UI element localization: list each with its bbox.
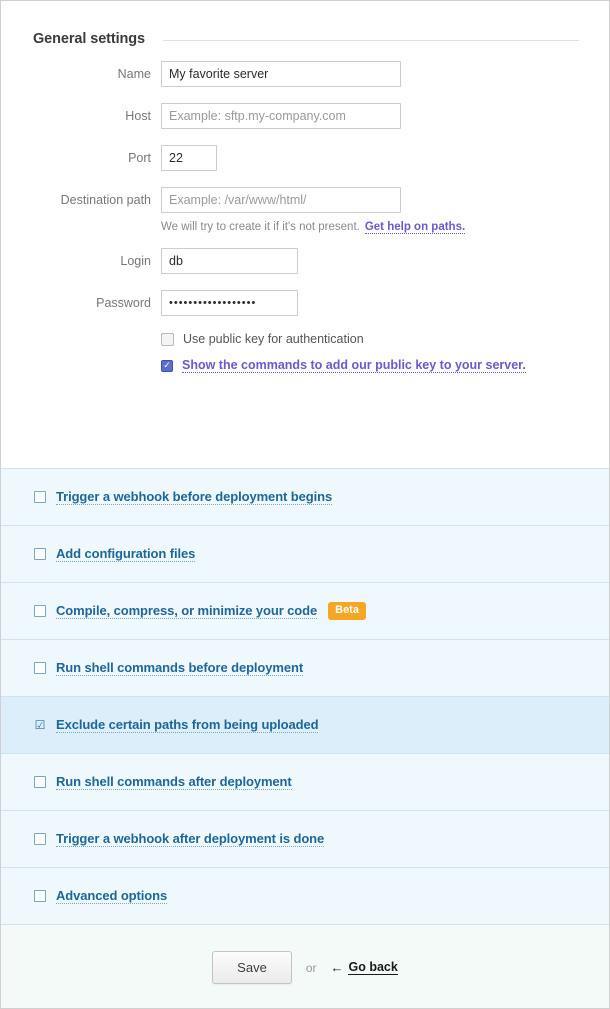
field-row-host: Host (1, 103, 609, 129)
settings-page: General settings Name Host Port Destinat… (0, 0, 610, 1009)
accordion-row-advanced-options[interactable]: Advanced options (1, 868, 609, 925)
page-title: General settings (33, 31, 146, 47)
go-back-link[interactable]: ← Go back (330, 960, 398, 975)
password-label: Password (96, 296, 151, 310)
arrow-left-icon: ← (330, 960, 344, 975)
public-key-checkbox-row: Use public key for authentication (1, 332, 609, 346)
accordion-label-add-configuration-files[interactable]: Add configuration files (56, 546, 195, 562)
use-public-key-label: Use public key for authentication (183, 332, 364, 346)
host-input[interactable] (161, 103, 401, 129)
show-commands-row: ✓ Show the commands to add our public ke… (1, 358, 609, 373)
accordion-label-trigger-webhook-before[interactable]: Trigger a webhook before deployment begi… (56, 489, 332, 505)
checkbox-advanced-options[interactable] (34, 890, 46, 902)
host-label: Host (125, 109, 151, 123)
beta-badge: Beta (328, 602, 366, 620)
field-row-port: Port (1, 145, 609, 171)
section-header: General settings (1, 1, 609, 47)
accordion-row-trigger-webhook-after[interactable]: Trigger a webhook after deployment is do… (1, 811, 609, 868)
or-separator-label: or (305, 960, 317, 975)
use-public-key-checkbox[interactable] (161, 332, 174, 346)
accordion-row-exclude-paths[interactable]: ☑ Exclude certain paths from being uploa… (1, 697, 609, 754)
go-back-label: Go back (348, 960, 398, 975)
accordion-row-run-shell-after[interactable]: Run shell commands after deployment (1, 754, 609, 811)
checkbox-add-configuration-files[interactable] (34, 548, 46, 560)
checkbox-run-shell-after[interactable] (34, 776, 46, 788)
get-help-on-paths-link[interactable]: Get help on paths. (364, 221, 466, 234)
form-footer: Save or ← Go back (1, 925, 609, 1008)
destination-path-label: Destination path (60, 193, 151, 207)
accordion-label-trigger-webhook-after[interactable]: Trigger a webhook after deployment is do… (56, 831, 324, 847)
name-input[interactable] (161, 61, 401, 87)
accordion-label-advanced-options[interactable]: Advanced options (56, 888, 167, 904)
port-input[interactable] (161, 145, 217, 171)
checkbox-compile-compress[interactable] (34, 605, 46, 617)
port-label: Port (128, 151, 151, 165)
accordion-label-run-shell-after[interactable]: Run shell commands after deployment (56, 774, 292, 790)
checkbox-run-shell-before[interactable] (34, 662, 46, 674)
destination-path-helper: We will try to create it if it's not pre… (1, 221, 609, 234)
save-button[interactable]: Save (212, 951, 292, 984)
show-commands-checkbox[interactable]: ✓ (161, 359, 173, 372)
accordion-label-exclude-paths[interactable]: Exclude certain paths from being uploade… (56, 717, 319, 733)
destination-path-input[interactable] (161, 187, 401, 213)
name-label: Name (117, 67, 151, 81)
checkbox-trigger-webhook-before[interactable] (34, 491, 46, 503)
field-row-name: Name (1, 61, 609, 87)
login-label: Login (120, 254, 151, 268)
accordion-label-run-shell-before[interactable]: Run shell commands before deployment (56, 660, 303, 676)
deployment-options-accordion: Trigger a webhook before deployment begi… (1, 468, 609, 925)
helper-spacer (1, 221, 161, 234)
field-row-password: Password (1, 290, 609, 316)
login-input[interactable] (161, 248, 298, 274)
accordion-row-trigger-webhook-before[interactable]: Trigger a webhook before deployment begi… (1, 469, 609, 526)
general-settings-form: Name Host Port Destination path We (1, 47, 609, 373)
accordion-row-add-configuration-files[interactable]: Add configuration files (1, 526, 609, 583)
show-commands-link[interactable]: Show the commands to add our public key … (182, 358, 526, 373)
accordion-row-compile-compress[interactable]: Compile, compress, or minimize your code… (1, 583, 609, 640)
checkbox-trigger-webhook-after[interactable] (34, 833, 46, 845)
header-divider (163, 39, 579, 41)
password-input[interactable] (161, 290, 298, 316)
field-row-destination-path: Destination path (1, 187, 609, 213)
general-settings-section: General settings Name Host Port Destinat… (1, 1, 609, 468)
accordion-row-run-shell-before[interactable]: Run shell commands before deployment (1, 640, 609, 697)
helper-text: We will try to create it if it's not pre… (161, 221, 360, 233)
accordion-label-compile-compress[interactable]: Compile, compress, or minimize your code (56, 603, 317, 619)
field-row-login: Login (1, 248, 609, 274)
checkbox-exclude-paths[interactable]: ☑ (34, 719, 46, 731)
